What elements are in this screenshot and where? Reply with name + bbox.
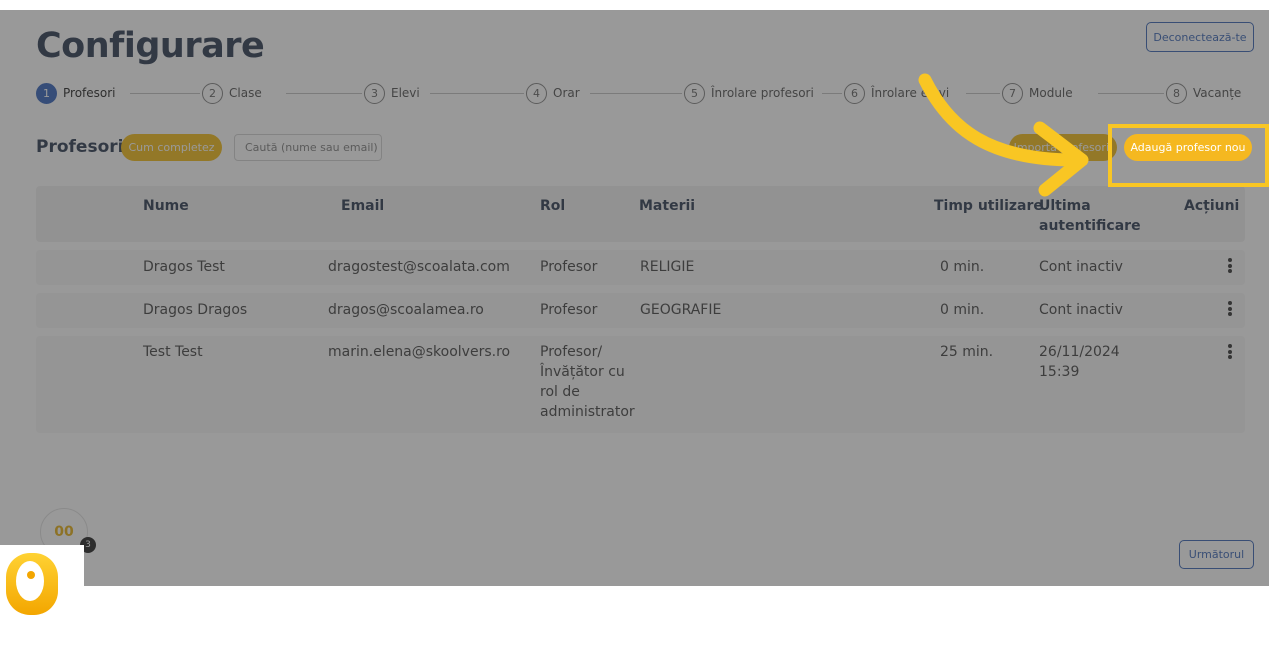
header-name: Nume	[143, 198, 189, 214]
next-button[interactable]: Următorul	[1179, 540, 1254, 569]
section-title: Profesori	[36, 137, 124, 157]
cell-email: marin.elena@skoolvers.ro	[328, 344, 511, 360]
step-profesori[interactable]: 1 Profesori	[36, 82, 116, 104]
cell-time: 0 min.	[940, 259, 985, 275]
step-label: Orar	[553, 86, 580, 100]
table-row: Test Test marin.elena@skoolvers.ro Profe…	[36, 336, 1245, 433]
import-teachers-button[interactable]: Importă profesori	[1009, 134, 1117, 161]
cell-subjects: RELIGIE	[640, 259, 695, 275]
step-connector	[286, 93, 362, 94]
step-orar[interactable]: 4 Orar	[526, 82, 580, 104]
step-number: 5	[684, 82, 705, 104]
step-connector	[430, 93, 524, 94]
page-title: Configurare	[36, 26, 265, 66]
cell-role: Profesor	[540, 259, 598, 275]
step-label: Înrolare elevi	[871, 86, 950, 100]
how-to-fill-button[interactable]: Cum completez	[121, 134, 222, 161]
step-number: 3	[364, 82, 385, 104]
cell-subjects: GEOGRAFIE	[640, 302, 722, 318]
step-module[interactable]: 7 Module	[1002, 82, 1073, 104]
highlight-box	[1108, 124, 1269, 187]
brand-logo-icon	[6, 553, 58, 615]
header-last-login: Ultima autentificare	[1039, 198, 1141, 234]
cell-last-login: 26/11/2024 15:39	[1039, 344, 1120, 380]
table-header: Nume Email Rol Materii Timp utilizare Ul…	[36, 186, 1245, 242]
cell-time: 0 min.	[940, 302, 985, 318]
step-label: Module	[1029, 86, 1073, 100]
brand-logo	[0, 545, 84, 650]
step-inrolare-elevi[interactable]: 6 Înrolare elevi	[844, 82, 950, 104]
step-number: 1	[36, 82, 57, 104]
step-inrolare-profesori[interactable]: 5 Înrolare profesori	[684, 82, 814, 104]
table-row: Dragos Test dragostest@scoalata.com Prof…	[36, 250, 1245, 285]
step-connector	[130, 93, 200, 94]
cell-role: Profesor/ Învățător cu rol de administra…	[540, 344, 635, 420]
step-label: Profesori	[63, 86, 116, 100]
cell-time: 25 min.	[940, 344, 994, 360]
step-number: 2	[202, 82, 223, 104]
search-input[interactable]	[234, 134, 382, 161]
step-number: 7	[1002, 82, 1023, 104]
header-time: Timp utilizare	[934, 198, 1043, 214]
avatar-face-icon: 00	[54, 524, 74, 540]
step-number: 6	[844, 82, 865, 104]
step-connector	[966, 93, 1000, 94]
header-subjects: Materii	[639, 198, 696, 214]
logout-button[interactable]: Deconectează-te	[1146, 22, 1254, 52]
step-connector	[1098, 93, 1164, 94]
cell-last-login: Cont inactiv	[1039, 259, 1123, 275]
cell-name: Dragos Test	[143, 259, 225, 275]
step-vacante[interactable]: 8 Vacanțe	[1166, 82, 1242, 104]
step-clase[interactable]: 2 Clase	[202, 82, 262, 104]
step-elevi[interactable]: 3 Elevi	[364, 82, 420, 104]
kebab-menu-icon[interactable]	[1228, 344, 1232, 361]
cell-last-login: Cont inactiv	[1039, 302, 1123, 318]
table-row: Dragos Dragos dragos@scoalamea.ro Profes…	[36, 293, 1245, 328]
step-label: Elevi	[391, 86, 420, 100]
step-number: 4	[526, 82, 547, 104]
cell-role: Profesor	[540, 302, 598, 318]
step-label: Vacanțe	[1193, 86, 1242, 100]
kebab-menu-icon[interactable]	[1228, 258, 1232, 275]
step-number: 8	[1166, 82, 1187, 104]
header-role: Rol	[540, 198, 566, 214]
step-connector	[822, 93, 842, 94]
cell-name: Test Test	[143, 344, 203, 360]
step-connector	[590, 93, 682, 94]
step-label: Înrolare profesori	[711, 86, 814, 100]
stepper: 1 Profesori 2 Clase 3 Elevi 4 Orar 5 Înrolare…	[36, 82, 1256, 104]
header-actions: Acțiuni	[1184, 198, 1240, 214]
cell-email: dragos@scoalamea.ro	[328, 302, 484, 318]
kebab-menu-icon[interactable]	[1228, 301, 1232, 318]
step-label: Clase	[229, 86, 262, 100]
header-email: Email	[341, 198, 385, 214]
cell-email: dragostest@scoalata.com	[328, 259, 510, 275]
cell-name: Dragos Dragos	[143, 302, 248, 318]
